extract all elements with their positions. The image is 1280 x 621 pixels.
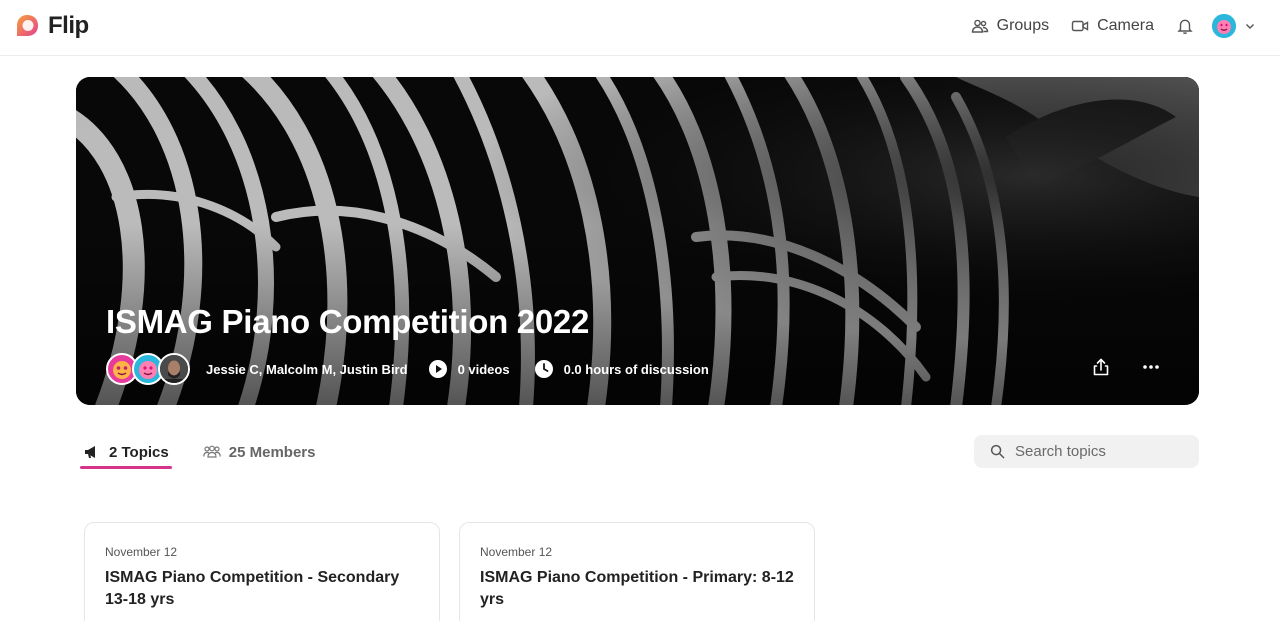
discussion-hours: 0.0 hours of discussion [534, 359, 709, 379]
clock-icon [534, 360, 553, 378]
owner-avatars[interactable] [106, 353, 190, 385]
camera-link[interactable]: Camera [1071, 17, 1154, 35]
search-icon [990, 444, 1005, 459]
video-count: 0 videos [428, 359, 510, 379]
topic-card[interactable]: November 12 ISMAG Piano Competition - Se… [84, 522, 440, 621]
groups-link[interactable]: Groups [971, 17, 1049, 35]
group-tabs: 2 Topics 25 Members [80, 438, 319, 469]
topic-date: November 12 [105, 545, 178, 559]
more-options-icon[interactable] [1141, 357, 1161, 377]
topic-date: November 12 [480, 545, 553, 559]
group-banner: ISMAG Piano Competition 2022 Jessie C, M… [76, 77, 1199, 405]
group-meta: Jessie C, Malcolm M, Justin Bird 0 video… [106, 352, 733, 386]
user-menu[interactable] [1212, 14, 1256, 38]
search-input[interactable] [1015, 443, 1185, 460]
avatar [158, 353, 190, 385]
share-icon[interactable] [1091, 357, 1111, 377]
tab-members-label: 25 Members [228, 443, 316, 461]
chevron-down-icon [1246, 24, 1254, 29]
members-icon [202, 445, 221, 458]
camera-icon [1071, 20, 1089, 32]
topic-title: ISMAG Piano Competition - Secondary 13-1… [105, 569, 400, 608]
topic-card[interactable]: November 12 ISMAG Piano Competition - Pr… [459, 522, 815, 621]
tab-topics[interactable]: 2 Topics [80, 438, 172, 469]
groups-icon [971, 19, 988, 33]
topic-title: ISMAG Piano Competition - Primary: 8-12 … [480, 569, 794, 608]
tab-topics-label: 2 Topics [109, 443, 169, 461]
tab-members[interactable]: 25 Members [200, 438, 319, 466]
groups-label: Groups [996, 17, 1050, 34]
video-count-label: 0 videos [457, 361, 510, 377]
play-icon [428, 360, 447, 378]
megaphone-icon [85, 446, 95, 458]
flip-logo[interactable]: Flip [14, 12, 89, 40]
banner-actions [1091, 357, 1161, 377]
camera-label: Camera [1097, 17, 1154, 34]
owner-names: Jessie C, Malcolm M, Justin Bird [206, 361, 408, 377]
top-nav: Groups Camera [971, 14, 1256, 38]
bell-icon[interactable] [1176, 17, 1194, 35]
user-avatar [1212, 14, 1236, 38]
group-title: ISMAG Piano Competition 2022 [106, 303, 590, 340]
discussion-hours-label: 0.0 hours of discussion [563, 361, 709, 377]
search-topics [974, 435, 1199, 468]
top-bar: Flip Groups Camera [0, 0, 1280, 56]
flip-logo-icon [17, 15, 38, 36]
app-name: Flip [48, 12, 89, 39]
